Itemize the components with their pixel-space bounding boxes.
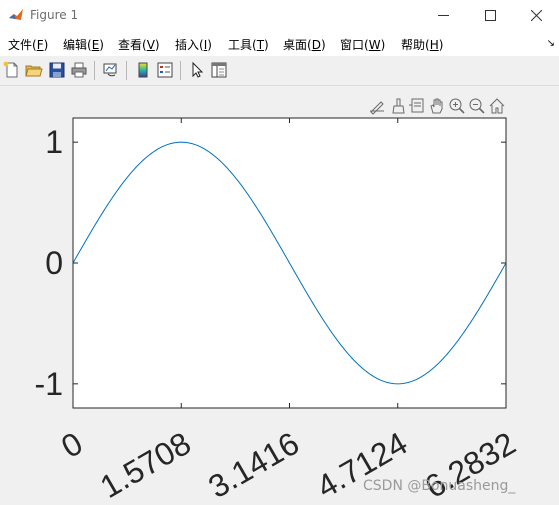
menu-tail: ) <box>43 38 49 52</box>
link-plot-icon[interactable] <box>102 61 120 79</box>
datatips-icon[interactable] <box>408 97 426 115</box>
menu-tail: ) <box>380 38 386 52</box>
minimize-icon <box>437 15 449 16</box>
menu-accel: H <box>429 38 439 52</box>
menu-window[interactable]: 窗口(W) <box>340 36 385 53</box>
menu-label: 窗口( <box>340 38 369 52</box>
series-line-sin <box>72 141 507 385</box>
zoom-in-icon[interactable] <box>448 97 466 115</box>
brush-export-icon[interactable] <box>368 97 386 115</box>
y-tick-label: 1 <box>45 124 63 160</box>
home-icon[interactable] <box>488 97 506 115</box>
x-tick-label: 3.1416 <box>202 425 305 505</box>
menu-label: 工具( <box>228 38 257 52</box>
pan-icon[interactable] <box>428 97 446 115</box>
y-tick-label: 0 <box>45 245 63 281</box>
insert-colorbar-icon[interactable] <box>134 61 152 79</box>
toolbar-separator <box>180 61 181 80</box>
menu-tools[interactable]: 工具(T) <box>228 36 269 53</box>
menu-label: 文件( <box>8 38 37 52</box>
dock-arrow-icon[interactable]: ↘ <box>547 38 555 49</box>
menu-bar: 文件(F) 编辑(E) 查看(V) 插入(I) 工具(T) 桌面(D) 窗口(W… <box>0 31 559 56</box>
property-inspector-icon[interactable] <box>210 61 228 79</box>
menu-help[interactable]: 帮助(H) <box>401 36 443 53</box>
minimize-button[interactable] <box>420 0 466 31</box>
zoom-out-icon[interactable] <box>468 97 486 115</box>
brush-icon[interactable] <box>389 97 407 115</box>
maximize-button[interactable] <box>467 0 513 31</box>
maximize-icon <box>484 10 496 21</box>
menu-file[interactable]: 文件(F) <box>8 36 48 53</box>
x-tick-label: 1.5708 <box>94 425 197 505</box>
menu-tail: ) <box>438 38 444 52</box>
menu-accel: D <box>311 38 321 52</box>
menu-accel: T <box>256 38 265 52</box>
menu-accel: F <box>36 38 44 52</box>
menu-label: 查看( <box>118 38 147 52</box>
close-button[interactable] <box>513 0 559 31</box>
menu-insert[interactable]: 插入(I) <box>175 36 212 53</box>
menu-accel: W <box>368 38 381 52</box>
matlab-logo-icon <box>8 7 24 23</box>
menu-label: 帮助( <box>401 38 430 52</box>
menu-tail: ) <box>264 38 269 52</box>
toolbar-separator <box>94 61 95 80</box>
menu-label: 插入( <box>175 38 204 52</box>
x-tick-label: 0 <box>55 425 88 465</box>
menu-label: 编辑( <box>63 38 92 52</box>
toolbar-separator <box>126 61 127 80</box>
menu-tail: ) <box>154 38 160 52</box>
window-title: Figure 1 <box>30 8 79 22</box>
axes-box <box>72 117 507 409</box>
menu-edit[interactable]: 编辑(E) <box>63 36 104 53</box>
menu-view[interactable]: 查看(V) <box>118 36 160 53</box>
menu-tail: ) <box>207 38 212 52</box>
print-icon[interactable] <box>70 61 88 79</box>
figure-toolbar <box>0 56 559 86</box>
watermark-text: CSDN @Bonuasheng_ <box>363 478 516 494</box>
menu-label: 桌面( <box>283 38 312 52</box>
new-figure-icon[interactable] <box>3 61 21 79</box>
open-icon[interactable] <box>25 61 43 79</box>
close-icon <box>530 10 542 21</box>
menu-tail: ) <box>99 38 104 52</box>
insert-legend-icon[interactable] <box>156 61 174 79</box>
save-icon[interactable] <box>48 61 66 79</box>
window-titlebar: Figure 1 <box>0 0 559 31</box>
menu-accel: V <box>146 38 155 52</box>
menu-desktop[interactable]: 桌面(D) <box>283 36 326 53</box>
edit-plot-icon[interactable] <box>188 61 206 79</box>
menu-tail: ) <box>320 38 326 52</box>
y-tick-label: -1 <box>35 366 63 402</box>
